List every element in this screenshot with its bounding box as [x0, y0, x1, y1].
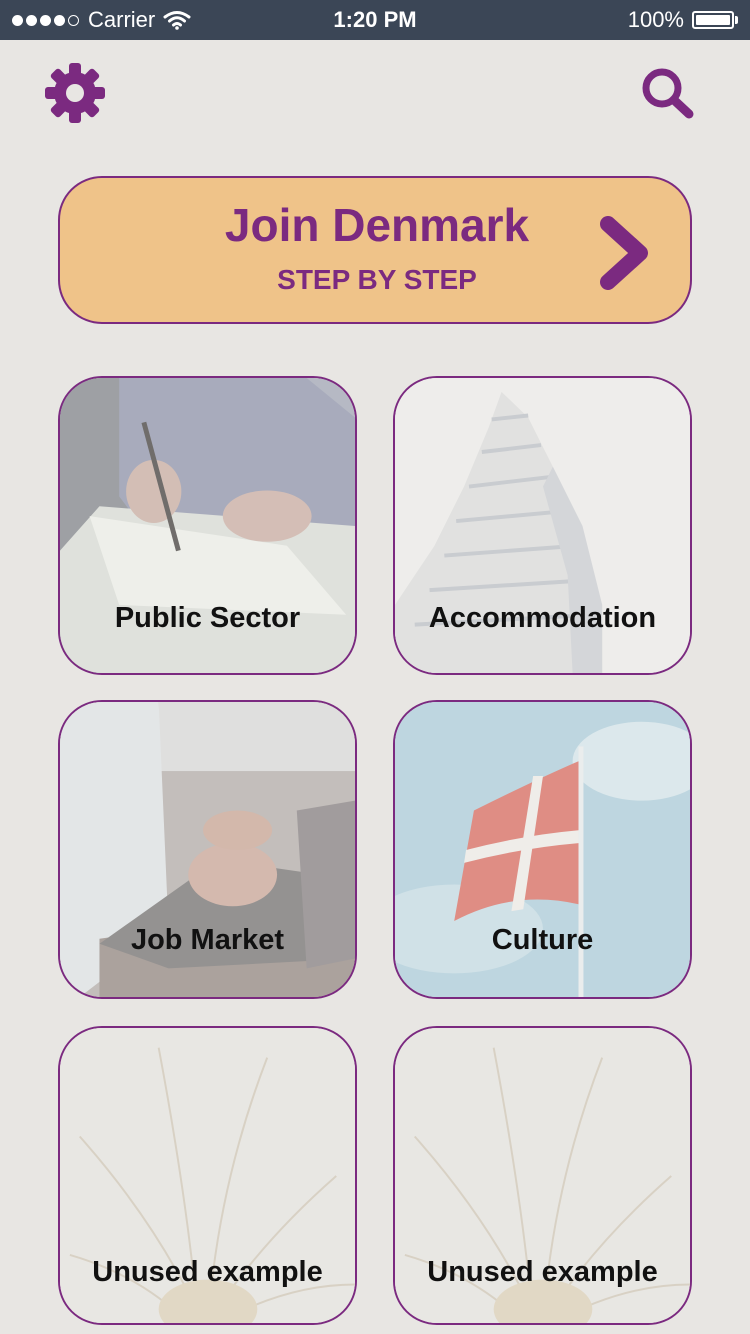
tile-label: Culture — [491, 924, 594, 956]
tile-label: Unused example — [92, 1256, 323, 1288]
search-button[interactable] — [640, 66, 696, 122]
tile-culture[interactable]: Culture — [393, 700, 692, 999]
battery-full-icon — [692, 11, 734, 29]
tile-label: Unused example — [427, 1256, 658, 1288]
tile-job-market[interactable]: Job Market — [58, 700, 357, 999]
join-denmark-banner[interactable]: Join Denmark STEP BY STEP — [58, 176, 692, 324]
gear-icon — [45, 63, 105, 123]
tile-unused-example-1[interactable]: Unused example — [58, 1026, 357, 1325]
settings-button[interactable] — [44, 62, 106, 124]
search-icon — [642, 68, 694, 119]
chevron-right-icon — [600, 216, 648, 290]
status-bar: Carrier 1:20 PM 100% — [0, 0, 750, 40]
tile-label: Accommodation — [428, 602, 657, 634]
battery-nub — [735, 16, 738, 24]
battery-percent: 100% — [627, 7, 684, 32]
tile-label: Public Sector — [114, 602, 301, 634]
tile-label: Job Market — [130, 924, 285, 956]
status-bar-right: 100% — [628, 0, 738, 40]
tile-accommodation[interactable]: Accommodation — [393, 376, 692, 675]
tile-public-sector[interactable]: Public Sector — [58, 376, 357, 675]
tile-unused-example-2[interactable]: Unused example — [393, 1026, 692, 1325]
